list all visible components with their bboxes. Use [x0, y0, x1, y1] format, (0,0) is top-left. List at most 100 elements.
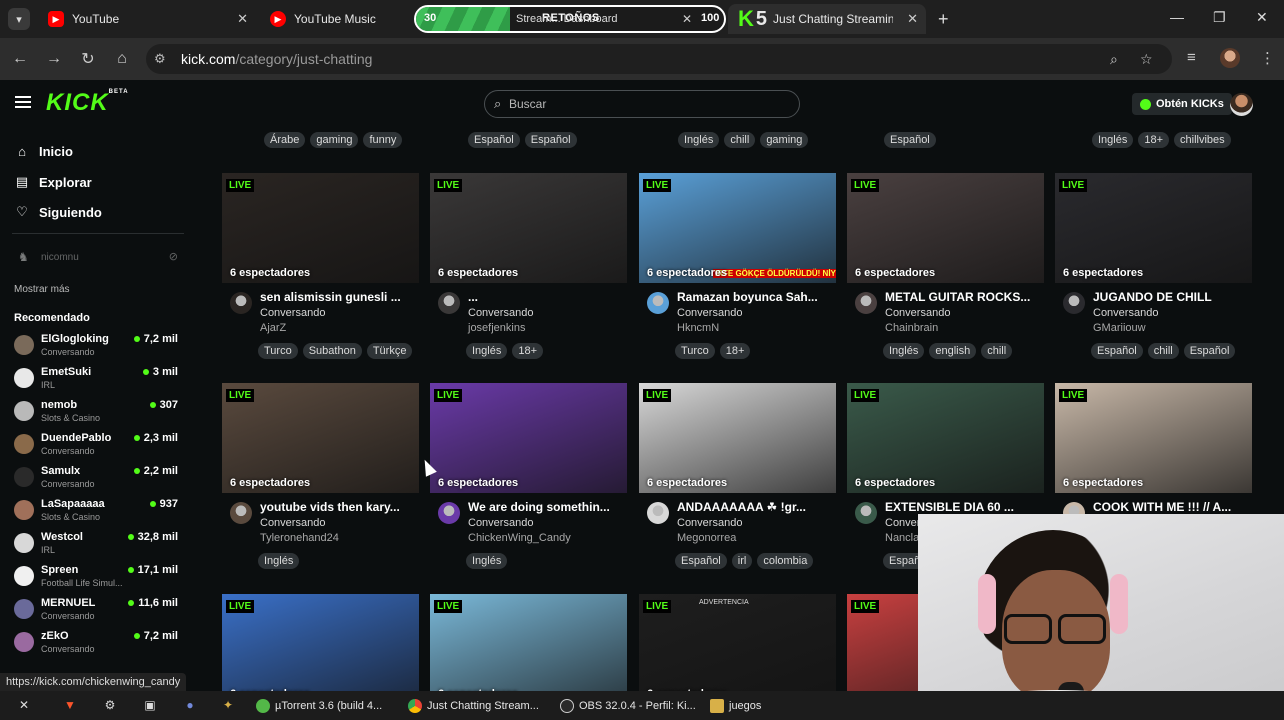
tag-chip[interactable]: Español: [675, 553, 727, 569]
app-icon[interactable]: ▣: [142, 697, 158, 713]
tab-just-chatting[interactable]: K 5 Just Chatting Streaming - Live S ✕: [728, 4, 926, 34]
streamer-name[interactable]: Megonorrea: [677, 532, 736, 544]
stream-title[interactable]: ANDAAAAAAA ☘ !gr...: [677, 500, 837, 514]
tag-chip[interactable]: gaming: [310, 132, 359, 148]
stream-thumbnail[interactable]: IRFE GÖKÇE ÖLDÜRÜLDÜ! NİYE? LIVE 6 especta…: [639, 173, 836, 283]
tag-chip[interactable]: chill: [981, 343, 1013, 359]
stream-title[interactable]: Ramazan boyunca Sah...: [677, 290, 837, 304]
tag-chip[interactable]: Türkçe: [366, 343, 413, 359]
streamer-avatar[interactable]: [230, 292, 252, 314]
tag-chip[interactable]: chillvibes: [1174, 132, 1231, 148]
tag-chip[interactable]: 18+: [1138, 132, 1170, 148]
site-settings-icon[interactable]: ⚙: [154, 51, 166, 67]
tag-chip[interactable]: chill: [1147, 343, 1179, 359]
steam-icon[interactable]: ⚙: [102, 697, 118, 713]
streamer-name[interactable]: AjarZ: [260, 322, 286, 334]
stream-card[interactable]: ADVERTENCIALIVE6 espectadores: [639, 594, 836, 704]
stream-card[interactable]: LIVE 6 espectadores ANDAAAAAAA ☘ !gr... Con…: [639, 383, 836, 573]
stream-thumbnail[interactable]: ADVERTENCIALIVE6 espectadores: [639, 594, 836, 704]
tag-chip[interactable]: Español: [524, 132, 577, 148]
tag-chip[interactable]: Turco: [675, 343, 715, 359]
zoom-icon[interactable]: ⌕: [1110, 51, 1118, 68]
streamer-name[interactable]: HkncmN: [677, 322, 719, 334]
streamer-avatar[interactable]: [1063, 292, 1085, 314]
search-box[interactable]: ⌕: [484, 90, 800, 118]
stream-title[interactable]: JUGANDO DE CHILL: [1093, 290, 1253, 304]
stream-thumbnail[interactable]: LIVE6 espectadores: [222, 173, 419, 283]
tag-chip[interactable]: english: [929, 343, 977, 359]
tag-chip[interactable]: chill: [724, 132, 756, 148]
new-tab-icon[interactable]: +: [938, 9, 949, 30]
stream-thumbnail[interactable]: LIVE6 espectadores: [430, 383, 627, 493]
recommended-channel[interactable]: MERNUEL Conversando 11,6 mil: [14, 597, 184, 627]
tag-chip[interactable]: Inglés: [1092, 132, 1134, 148]
streamer-avatar[interactable]: [647, 292, 669, 314]
tag-chip[interactable]: Español: [1091, 343, 1143, 359]
tag-chip[interactable]: Español: [884, 132, 936, 148]
tab-search-chevron-icon[interactable]: ▾: [8, 8, 30, 30]
profile-avatar[interactable]: [1220, 48, 1240, 68]
stream-category[interactable]: Conversando: [677, 517, 742, 529]
back-icon[interactable]: ←: [10, 49, 30, 69]
taskbar-app-utorrent[interactable]: µTorrent 3.6 (build 4...: [256, 695, 382, 717]
stream-thumbnail[interactable]: LIVE6 espectadores: [847, 383, 1044, 493]
tag-chip[interactable]: Turco: [258, 343, 298, 359]
stream-thumbnail[interactable]: LIVE6 espectadores: [222, 383, 419, 493]
home-icon[interactable]: ⌂: [112, 49, 132, 69]
tag-chip[interactable]: Español: [1183, 343, 1236, 359]
streamer-avatar[interactable]: [230, 502, 252, 524]
tab-youtube-music[interactable]: ▶ YouTube Music: [260, 4, 412, 34]
stream-title[interactable]: COOK WITH ME !!! // A...: [1093, 500, 1253, 514]
stream-card[interactable]: IRFE GÖKÇE ÖLDÜRÜLDÜ! NİYE? LIVE 6 especta…: [639, 173, 836, 363]
recommended-channel[interactable]: Westcol IRL 32,8 mil: [14, 531, 184, 561]
search-input[interactable]: [509, 95, 789, 113]
stream-thumbnail[interactable]: LIVE6 espectadores: [430, 594, 627, 704]
taskbar-app-obs[interactable]: OBS 32.0.4 - Perfil: Ki...: [560, 695, 696, 717]
stream-card[interactable]: LIVE 6 espectadores sen alismissin gunesli…: [222, 173, 419, 363]
reload-icon[interactable]: ↻: [78, 49, 98, 69]
tag-chip[interactable]: Inglés: [883, 343, 925, 359]
stream-category[interactable]: Conversando: [885, 307, 950, 319]
streamer-avatar[interactable]: [438, 292, 460, 314]
stream-category[interactable]: Conversando: [468, 517, 533, 529]
tab-youtube[interactable]: ▶ YouTube ✕: [38, 4, 256, 34]
discord-icon[interactable]: ●: [182, 697, 198, 713]
close-window-icon[interactable]: ✕: [1256, 9, 1268, 26]
streamer-name[interactable]: Nancla: [885, 532, 919, 544]
streamer-avatar[interactable]: [855, 502, 877, 524]
recommended-channel[interactable]: Spreen Football Life Simul... 17,1 mil: [14, 564, 184, 594]
tag-chip[interactable]: Inglés: [678, 132, 720, 148]
menu-icon[interactable]: [15, 96, 31, 108]
tag-chip[interactable]: 18+: [719, 343, 751, 359]
stream-title[interactable]: METAL GUITAR ROCKS...: [885, 290, 1045, 304]
sidebar-item-inicio[interactable]: ⌂ Inicio: [14, 144, 73, 159]
stream-card[interactable]: LIVE 6 espectadores youtube vids then kary…: [222, 383, 419, 573]
taskbar-app-chrome[interactable]: Just Chatting Stream...: [408, 695, 539, 717]
recommended-channel[interactable]: EmetSuki IRL 3 mil: [14, 366, 184, 396]
recommended-channel[interactable]: nemob Slots & Casino 307: [14, 399, 184, 429]
media-controls-icon[interactable]: ≡: [1187, 49, 1196, 66]
recommended-channel[interactable]: LaSapaaaaa Slots & Casino 937: [14, 498, 184, 528]
tag-chip[interactable]: colombia: [757, 553, 814, 569]
stream-title[interactable]: EXTENSIBLE DIA 60 ...: [885, 500, 1045, 514]
recommended-channel[interactable]: DuendePablo Conversando 2,3 mil: [14, 432, 184, 462]
streamer-avatar[interactable]: [647, 502, 669, 524]
tab-close-icon[interactable]: ✕: [682, 12, 692, 26]
tag-chip[interactable]: gaming: [760, 132, 809, 148]
tab-stream-dashboard-label[interactable]: Stream... Dashboard: [516, 13, 618, 25]
stream-card[interactable]: LIVE 6 espectadores... Conversando josefjen…: [430, 173, 627, 363]
stream-thumbnail[interactable]: LIVE6 espectadores: [847, 173, 1044, 283]
bookmark-star-icon[interactable]: ☆: [1140, 51, 1153, 68]
tag-chip[interactable]: Inglés: [258, 553, 300, 569]
tab-close-icon[interactable]: ✕: [907, 11, 918, 27]
taskbar-app-juegos[interactable]: juegos: [710, 695, 761, 717]
stream-title[interactable]: ...: [468, 290, 628, 304]
stream-card[interactable]: LIVE6 espectadores: [222, 594, 419, 704]
stream-title[interactable]: We are doing somethin...: [468, 500, 628, 514]
tag-chip[interactable]: Español: [468, 132, 520, 148]
brave-icon[interactable]: ▼: [62, 697, 78, 713]
kick-logo[interactable]: KICKBETA: [46, 89, 129, 117]
stream-card[interactable]: LIVE 6 espectadores METAL GUITAR ROCKS... C…: [847, 173, 1044, 363]
restore-icon[interactable]: ❐: [1213, 9, 1226, 26]
browser-menu-icon[interactable]: ⋮: [1260, 49, 1275, 67]
